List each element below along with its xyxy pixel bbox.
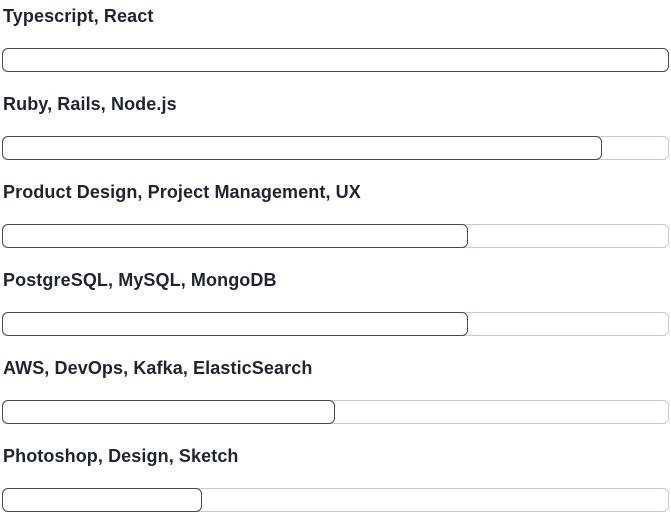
skill-label: Typescript, React — [3, 6, 154, 26]
skill-progress-track — [1, 487, 669, 512]
skill-progress-fill — [1, 135, 602, 160]
skill-progress-track — [1, 47, 669, 72]
skill-progress-fill — [1, 223, 469, 248]
skill-progress-fill — [1, 47, 669, 72]
skill-label: Product Design, Project Management, UX — [3, 182, 361, 202]
skill-label: PostgreSQL, MySQL, MongoDB — [3, 270, 277, 290]
skill-progress-track — [1, 223, 669, 248]
skill-label: Ruby, Rails, Node.js — [3, 94, 177, 114]
skill-progress-fill — [1, 399, 335, 424]
skill-progress-track — [1, 311, 669, 336]
skill-label: Photoshop, Design, Sketch — [3, 446, 239, 466]
skill-progress-fill — [1, 311, 469, 336]
skills-list: Typescript, React Ruby, Rails, Node.js P… — [0, 0, 671, 513]
skill-label: AWS, DevOps, Kafka, ElasticSearch — [3, 358, 313, 378]
skill-progress-fill — [1, 487, 202, 512]
skill-progress-track — [1, 135, 669, 160]
skill-progress-track — [1, 399, 669, 424]
